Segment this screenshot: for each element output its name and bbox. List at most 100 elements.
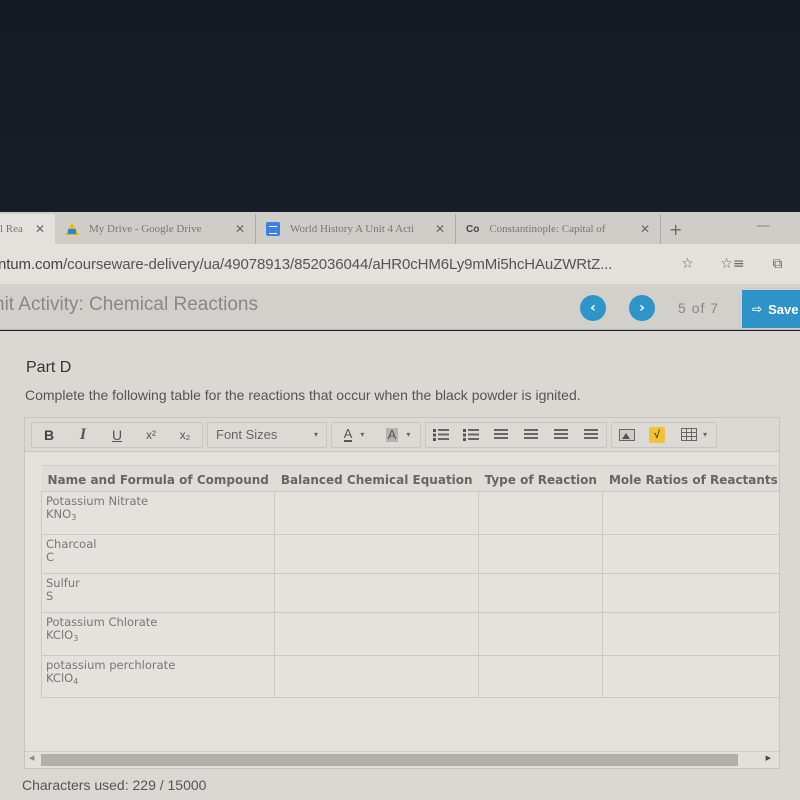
compound-name: Sulfur xyxy=(46,576,80,590)
superscript-button[interactable]: x² xyxy=(134,423,168,447)
extensions-icon[interactable]: ⧉ xyxy=(755,256,800,272)
align-center-button[interactable] xyxy=(546,423,576,447)
equation-cell[interactable] xyxy=(274,534,480,574)
equation-cell[interactable] xyxy=(274,655,480,698)
editor-content-area[interactable]: Name and Formula of Compound Balanced Ch… xyxy=(25,453,779,753)
italic-button[interactable]: I xyxy=(66,423,100,447)
equation-cell[interactable] xyxy=(274,491,480,535)
table-row: potassium perchlorate KClO4 xyxy=(40,655,779,698)
mole-ratio-cell[interactable] xyxy=(602,612,779,656)
align-right-icon xyxy=(584,428,598,441)
reaction-type-cell[interactable] xyxy=(478,612,604,656)
align-right-button[interactable] xyxy=(576,423,606,447)
page-of: of xyxy=(691,300,706,316)
google-drive-icon xyxy=(65,222,79,236)
text-color-button[interactable]: A ▾ xyxy=(332,423,376,447)
activity-title: nit Activity: Chemical Reactions xyxy=(0,294,258,315)
chevron-right-icon: › xyxy=(639,300,645,316)
page-current: 5 xyxy=(678,300,687,316)
close-tab-icon[interactable]: ✕ xyxy=(235,222,245,236)
scroll-left-icon[interactable]: ◀ xyxy=(29,754,34,762)
highlight-color-button[interactable]: A ▾ xyxy=(376,423,420,447)
url-path: /courseware-delivery/ua/49078913/8520360… xyxy=(63,255,613,273)
mole-ratio-cell[interactable] xyxy=(602,491,779,535)
table-row: Potassium Chlorate KClO3 xyxy=(40,612,779,656)
reaction-type-cell[interactable] xyxy=(478,655,604,698)
address-bar[interactable]: ntum.com/courseware-delivery/ua/49078913… xyxy=(0,244,800,284)
browser-tab-constantinople[interactable]: Co Constantinople: Capital of ✕ xyxy=(455,214,660,244)
column-header: Balanced Chemical Equation xyxy=(274,465,479,492)
editor-toolbar: B I U x² x₂ Font Sizes ▾ A ▾ A ▾ √ ▾ xyxy=(25,418,779,452)
browser-tab-reader[interactable]: l Rea ✕ xyxy=(0,214,55,244)
minimize-window-button[interactable]: — xyxy=(756,218,770,234)
save-label: Save xyxy=(768,301,799,317)
compound-cell[interactable]: Charcoal C xyxy=(40,534,276,574)
tab-label: l Rea xyxy=(0,223,23,235)
reactions-table: Name and Formula of Compound Balanced Ch… xyxy=(40,465,779,698)
tab-label: Constantinople: Capital of xyxy=(489,223,606,235)
co-favicon-icon: Co xyxy=(466,223,480,235)
compound-formula: S xyxy=(46,589,54,603)
text-color-icon: A xyxy=(343,426,353,442)
scrollbar-thumb[interactable] xyxy=(41,754,738,766)
favorite-star-icon[interactable]: ☆ xyxy=(665,256,710,272)
insert-group: √ ▾ xyxy=(611,421,717,448)
font-sizes-dropdown[interactable]: Font Sizes ▾ xyxy=(208,423,326,447)
close-tab-icon[interactable]: ✕ xyxy=(35,222,45,236)
previous-page-button[interactable]: ‹ xyxy=(580,295,606,321)
insert-image-button[interactable] xyxy=(612,423,642,447)
compound-formula: C xyxy=(46,550,55,564)
scroll-right-icon[interactable]: ▶ xyxy=(766,754,771,762)
close-tab-icon[interactable]: ✕ xyxy=(640,222,650,236)
browser-tab-google-drive[interactable]: My Drive - Google Drive ✕ xyxy=(55,214,255,244)
compound-name: Charcoal xyxy=(46,537,97,551)
indent-button[interactable] xyxy=(486,423,516,447)
reaction-type-cell[interactable] xyxy=(478,491,604,535)
insert-table-button[interactable]: ▾ xyxy=(672,423,716,447)
reaction-type-cell[interactable] xyxy=(478,534,604,574)
mole-ratio-cell[interactable] xyxy=(602,573,779,613)
save-exit-button[interactable]: ⇨ Save xyxy=(742,290,800,328)
close-tab-icon[interactable]: ✕ xyxy=(435,222,445,236)
color-group: A ▾ A ▾ xyxy=(331,421,421,448)
equation-cell[interactable] xyxy=(274,573,480,613)
indent-icon xyxy=(494,428,508,441)
compound-formula: KNO3 xyxy=(46,507,77,523)
column-header: Type of Reaction xyxy=(478,465,603,492)
save-exit-icon: ⇨ xyxy=(752,302,763,316)
browser-tab-world-history[interactable]: World History A Unit 4 Acti ✕ xyxy=(255,214,455,244)
url-host: ntum.com xyxy=(0,255,64,273)
subscript-button[interactable]: x₂ xyxy=(168,423,202,447)
google-docs-icon xyxy=(266,222,280,236)
mole-ratio-cell[interactable] xyxy=(602,534,779,574)
bold-button[interactable]: B xyxy=(32,423,66,447)
square-root-icon: √ xyxy=(649,426,665,443)
characters-used-counter: Characters used: 229 / 15000 xyxy=(22,777,207,793)
reaction-type-cell[interactable] xyxy=(478,573,604,613)
new-tab-button[interactable]: + xyxy=(660,214,690,244)
column-header: Mole Ratios of Reactants to Produ xyxy=(602,465,779,492)
horizontal-scrollbar[interactable]: ◀ ▶ xyxy=(25,751,779,768)
insert-math-button[interactable]: √ xyxy=(642,423,672,447)
bulleted-list-button[interactable] xyxy=(426,423,456,447)
compound-name: Potassium Nitrate xyxy=(46,494,149,508)
font-sizes-label: Font Sizes xyxy=(216,427,278,442)
align-left-button[interactable] xyxy=(516,423,546,447)
numbered-list-button[interactable] xyxy=(456,423,486,447)
font-size-group: Font Sizes ▾ xyxy=(207,421,327,448)
compound-cell[interactable]: Potassium Nitrate KNO3 xyxy=(40,491,276,535)
compound-cell[interactable]: potassium perchlorate KClO4 xyxy=(40,655,276,698)
equation-cell[interactable] xyxy=(274,612,480,656)
rich-text-editor[interactable]: B I U x² x₂ Font Sizes ▾ A ▾ A ▾ √ ▾ Nam… xyxy=(24,417,780,769)
mole-ratio-cell[interactable] xyxy=(602,655,779,698)
underline-button[interactable]: U xyxy=(100,423,134,447)
compound-cell[interactable]: Potassium Chlorate KClO3 xyxy=(40,612,276,656)
activity-header: nit Activity: Chemical Reactions ‹ › 5 o… xyxy=(0,284,800,330)
next-page-button[interactable]: › xyxy=(629,295,655,321)
url-text[interactable]: ntum.com/courseware-delivery/ua/49078913… xyxy=(0,256,612,273)
chevron-down-icon: ▾ xyxy=(313,430,318,439)
compound-cell[interactable]: Sulfur S xyxy=(40,573,276,613)
favorites-list-icon[interactable]: ☆≡ xyxy=(710,256,755,272)
table-header-row: Name and Formula of Compound Balanced Ch… xyxy=(41,465,779,492)
chevron-down-icon: ▾ xyxy=(702,430,707,439)
